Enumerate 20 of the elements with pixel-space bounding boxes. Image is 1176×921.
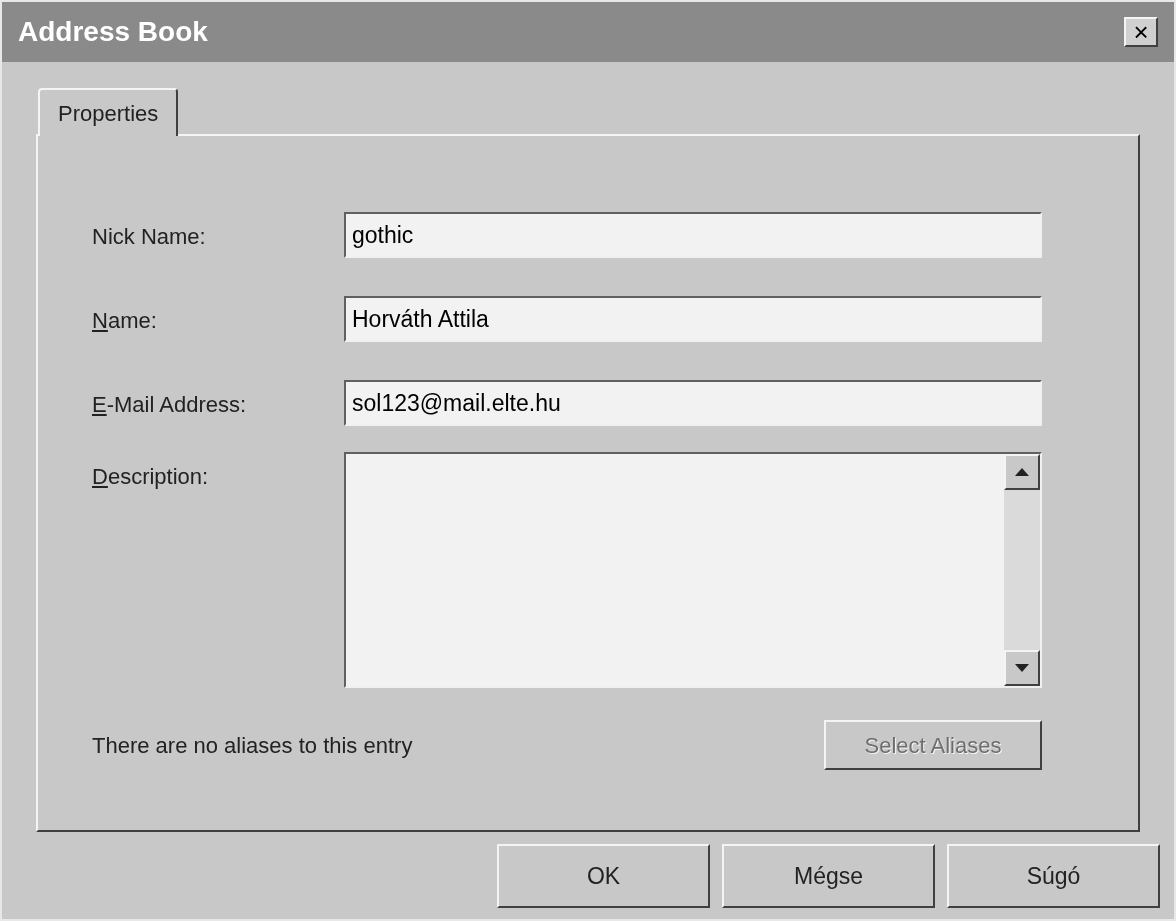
scroll-down-button[interactable]: [1004, 650, 1040, 686]
dialog-button[interactable]: Súgó: [947, 844, 1160, 908]
up-arrow-icon: [1015, 468, 1029, 476]
field-label: Nick Name:: [92, 223, 207, 251]
down-arrow-icon: [1015, 664, 1029, 672]
input-field[interactable]: Horváth Attila: [344, 296, 1042, 342]
aliases-text: There are no aliases to this entry: [92, 731, 413, 760]
tab[interactable]: Properties: [38, 88, 179, 136]
dialog-button[interactable]: OK: [497, 844, 710, 908]
input-field[interactable]: sol123@mail.elte.hu: [344, 380, 1042, 426]
close-button[interactable]: ×: [1124, 17, 1158, 47]
scrollbar[interactable]: [1004, 454, 1040, 686]
field-label: Name:: [92, 307, 158, 335]
description-field[interactable]: [344, 452, 1042, 688]
field-label: Description:: [92, 463, 210, 491]
window-title: Address Book: [18, 15, 208, 49]
field-label: E-Mail Address:: [92, 391, 248, 419]
dialog-button[interactable]: Mégse: [722, 844, 935, 908]
scroll-up-button[interactable]: [1004, 454, 1040, 490]
input-field[interactable]: gothic: [344, 212, 1042, 258]
